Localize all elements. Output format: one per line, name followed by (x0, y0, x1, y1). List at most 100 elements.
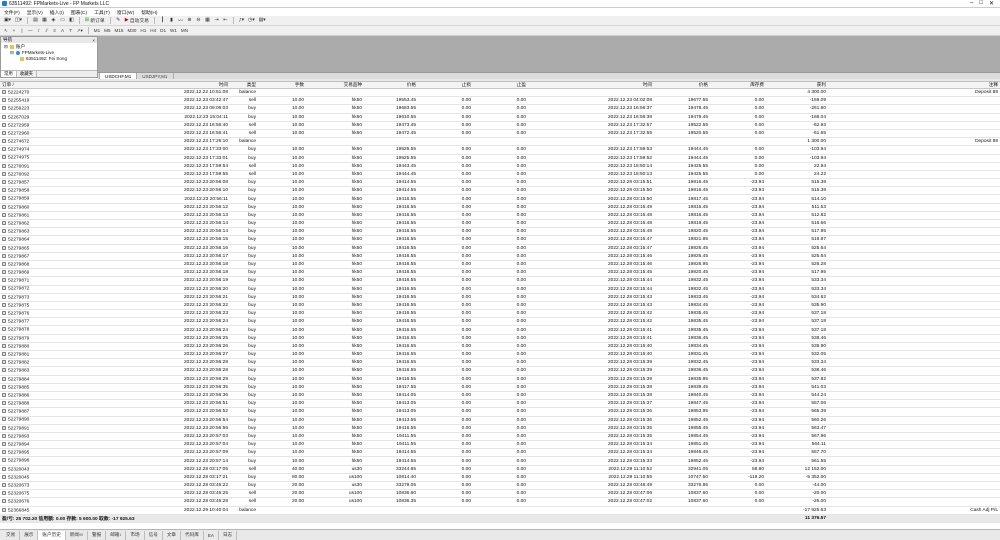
table-row[interactable]: 52279871 2022.12.23 20:56:19 buy 10.00 hk50 1… (0, 276, 1000, 286)
templates-icon[interactable]: ▤▾ (258, 17, 267, 24)
menu-charts[interactable]: 图表(C) (71, 9, 87, 16)
table-row[interactable]: 52279872 2022.12.23 20:56:20 buy 10.00 hk50 1… (0, 285, 1000, 294)
table-row[interactable]: 52267029 2022.12.23 15:04:11 buy 10.00 hk50 1… (0, 113, 1000, 122)
table-row[interactable]: 52259223 2022.12.23 09:06:03 buy 10.00 hk50 1… (0, 104, 1000, 114)
tab-news[interactable]: 新闻 99 (66, 530, 88, 540)
table-row[interactable]: 52279885 2022.12.23 20:56:35 buy 10.00 hk50 1… (0, 383, 1000, 392)
timeframe-m1[interactable]: M1 (93, 27, 101, 34)
tab-signals[interactable]: 信号 (145, 530, 163, 540)
periods-icon[interactable]: ◷▾ (247, 17, 256, 24)
label-tool-icon[interactable]: T (68, 27, 74, 34)
table-row[interactable]: 52279882 2022.12.23 20:56:28 buy 10.00 hk50 1… (0, 358, 1000, 368)
table-row[interactable]: 52279875 2022.12.23 20:56:22 buy 10.00 hk50 1… (0, 301, 1000, 311)
table-row[interactable]: 52276091 2022.12.23 17:59:54 sell 10.00 hk50… (0, 162, 1000, 171)
collapse-icon[interactable]: ⊟ (10, 50, 14, 56)
tab-journal[interactable]: 日志 (219, 530, 238, 540)
table-row[interactable]: 52279858 2022.12.23 20:56:10 buy 10.00 hk50 1… (0, 186, 1000, 196)
table-row[interactable]: 52279864 2022.12.23 20:56:15 buy 10.00 hk50 1… (0, 235, 1000, 245)
terminal-icon[interactable]: ▭ (59, 17, 66, 24)
table-row[interactable]: 52279894 2022.12.23 20:57:04 buy 10.00 hk50 1… (0, 440, 1000, 450)
tab-favorites[interactable]: 收藏夹 (17, 71, 37, 77)
zoom-in-icon[interactable]: ⊕ (186, 17, 193, 24)
bar-chart-icon[interactable]: ┃ (159, 17, 166, 24)
table-row[interactable]: 52279896 2022.12.23 20:57:14 buy 10.00 hk50 1… (0, 456, 1000, 466)
menu-file[interactable]: 文件(F) (4, 9, 20, 16)
table-row[interactable]: 52279860 2022.12.23 20:56:12 buy 10.00 hk50 1… (0, 203, 1000, 212)
timeframe-d1[interactable]: D1 (159, 27, 167, 34)
table-row[interactable]: 52279861 2022.12.23 20:56:13 buy 10.00 hk50 1… (0, 211, 1000, 221)
timeframe-m30[interactable]: M30 (126, 27, 137, 34)
menu-insert[interactable]: 插入(I) (50, 9, 64, 16)
new-order-button[interactable]: ⊞ 新订单 (84, 17, 106, 24)
tab-mailbox[interactable]: 邮箱 1 (106, 530, 127, 540)
auto-trading-button[interactable]: ▶ 自动交易 (124, 17, 150, 24)
table-row[interactable]: 52279876 2022.12.23 20:56:23 buy 10.00 hk50 1… (0, 309, 1000, 319)
table-row[interactable]: 52279859 2022.12.23 20:56:11 buy 10.00 hk50 1… (0, 194, 1000, 204)
table-row[interactable]: 52224270 2022.12.22 10:51:08 balance 4 300.… (0, 88, 1000, 98)
table-row[interactable]: 52272959 2022.12.23 16:56:40 sell 10.00 hk50… (0, 121, 1000, 130)
menu-help[interactable]: 帮助(H) (141, 9, 157, 16)
table-row[interactable]: 52279879 2022.12.23 20:56:25 buy 10.00 hk50 1… (0, 334, 1000, 343)
tab-common[interactable]: 常用 (1, 71, 17, 77)
autoscroll-icon[interactable]: ⇥ (213, 17, 220, 24)
cursor-icon[interactable]: ↖ (3, 27, 9, 34)
zoom-out-icon[interactable]: ⊖ (195, 17, 202, 24)
table-row[interactable]: 52279873 2022.12.23 20:56:21 buy 10.00 hk50 1… (0, 293, 1000, 302)
new-chart-icon[interactable]: ▣▾ (3, 17, 12, 24)
collapse-icon[interactable]: ⊟ (4, 44, 8, 50)
channel-icon[interactable]: ⫽ (44, 27, 50, 34)
indicators-icon[interactable]: ƒ▾ (238, 17, 245, 24)
tile-windows-icon[interactable]: ▦ (204, 17, 211, 24)
tab-exposure[interactable]: 展示 (20, 530, 39, 540)
vertical-line-icon[interactable]: | (19, 27, 25, 34)
timeframe-h1[interactable]: H1 (139, 27, 147, 34)
table-row[interactable]: 52279877 2022.12.23 20:56:24 buy 10.00 hk50 1… (0, 317, 1000, 327)
table-row[interactable]: 52279863 2022.12.23 20:56:14 buy 10.00 hk50 1… (0, 227, 1000, 237)
tab-code-base[interactable]: 代码库 (181, 530, 204, 540)
timeframe-mn[interactable]: MN (180, 27, 189, 34)
table-row[interactable]: 52279886 2022.12.23 20:56:36 buy 10.00 hk50 1… (0, 391, 1000, 401)
trendline-icon[interactable]: / (36, 27, 42, 34)
table-row[interactable]: 52320673 2022.12.28 03:46:22 buy 20.00 us30 3… (0, 481, 1000, 491)
table-row[interactable]: 52279869 2022.12.23 20:56:18 buy 10.00 hk50 1… (0, 268, 1000, 278)
profiles-icon[interactable]: ◫▾ (14, 17, 23, 24)
table-row[interactable]: 52279893 2022.12.23 20:57:03 buy 10.00 hk50 1… (0, 432, 1000, 442)
candlestick-icon[interactable]: ▮ (168, 17, 175, 24)
timeframe-m5[interactable]: M5 (103, 27, 111, 34)
table-row[interactable]: 52279890 2022.12.23 20:56:54 buy 10.00 hk50 1… (0, 416, 1000, 425)
table-row[interactable]: 52279878 2022.12.23 20:56:24 buy 10.00 hk50 1… (0, 325, 1000, 335)
table-row[interactable]: 52276092 2022.12.23 17:59:55 sell 10.00 hk50… (0, 170, 1000, 180)
table-row[interactable]: 52279887 2022.12.23 20:56:52 buy 10.00 hk50 1… (0, 407, 1000, 417)
menu-tools[interactable]: 工具(T) (94, 9, 110, 16)
table-row[interactable]: 52279884 2022.12.23 20:56:29 buy 10.00 hk50 1… (0, 375, 1000, 384)
table-row[interactable]: 52279862 2022.12.23 20:56:14 buy 10.00 hk50 1… (0, 219, 1000, 229)
table-row[interactable]: 52272960 2022.12.23 16:56:41 sell 10.00 hk50… (0, 129, 1000, 139)
market-watch-icon[interactable]: ▤ (32, 17, 39, 24)
table-row[interactable]: 52274975 2022.12.23 17:33:01 buy 10.00 hk50 1… (0, 154, 1000, 163)
table-row[interactable]: 52279868 2022.12.23 20:56:18 buy 10.00 hk50 1… (0, 260, 1000, 270)
tree-account[interactable]: 63511492: Fei Song (4, 56, 94, 62)
fibonacci-icon[interactable]: ≡ (52, 27, 58, 34)
table-row[interactable]: 52366845 2022.12.29 10:40:04 balance -17 92… (0, 506, 1000, 515)
timeframe-h4[interactable]: H4 (149, 27, 157, 34)
line-chart-icon[interactable]: 〰 (177, 17, 184, 24)
menu-window[interactable]: 窗口(W) (117, 9, 134, 16)
maximize-icon[interactable]: □ (979, 0, 983, 7)
table-row[interactable]: 52320043 2022.12.28 03:17:05 sell 40.00 us30… (0, 465, 1000, 474)
timeframe-w1[interactable]: W1 (169, 27, 178, 34)
table-row[interactable]: 52274974 2022.12.23 17:33:00 buy 10.00 hk50 1… (0, 145, 1000, 155)
horizontal-line-icon[interactable]: — (27, 27, 34, 34)
menu-view[interactable]: 显示(V) (27, 9, 43, 16)
text-tool-icon[interactable]: A (60, 27, 66, 34)
chart-shift-icon[interactable]: ⇤ (222, 17, 229, 24)
table-row[interactable]: 52279880 2022.12.23 20:56:26 buy 10.00 hk50 1… (0, 342, 1000, 352)
close-icon[interactable]: ✕ (989, 0, 994, 7)
tab-articles[interactable]: 文章 (163, 530, 182, 540)
tab-trade[interactable]: 交易 (2, 530, 21, 540)
metaeditor-icon[interactable]: ✎ (115, 17, 122, 24)
table-row[interactable]: 52279867 2022.12.23 20:56:17 buy 10.00 hk50 1… (0, 252, 1000, 261)
tab-experts[interactable]: EA (204, 530, 219, 540)
close-icon[interactable]: × (92, 38, 95, 43)
arrows-icon[interactable]: ↗▾ (76, 27, 84, 34)
table-row[interactable]: 52279888 2022.12.23 20:56:51 buy 10.00 hk50 1… (0, 399, 1000, 409)
